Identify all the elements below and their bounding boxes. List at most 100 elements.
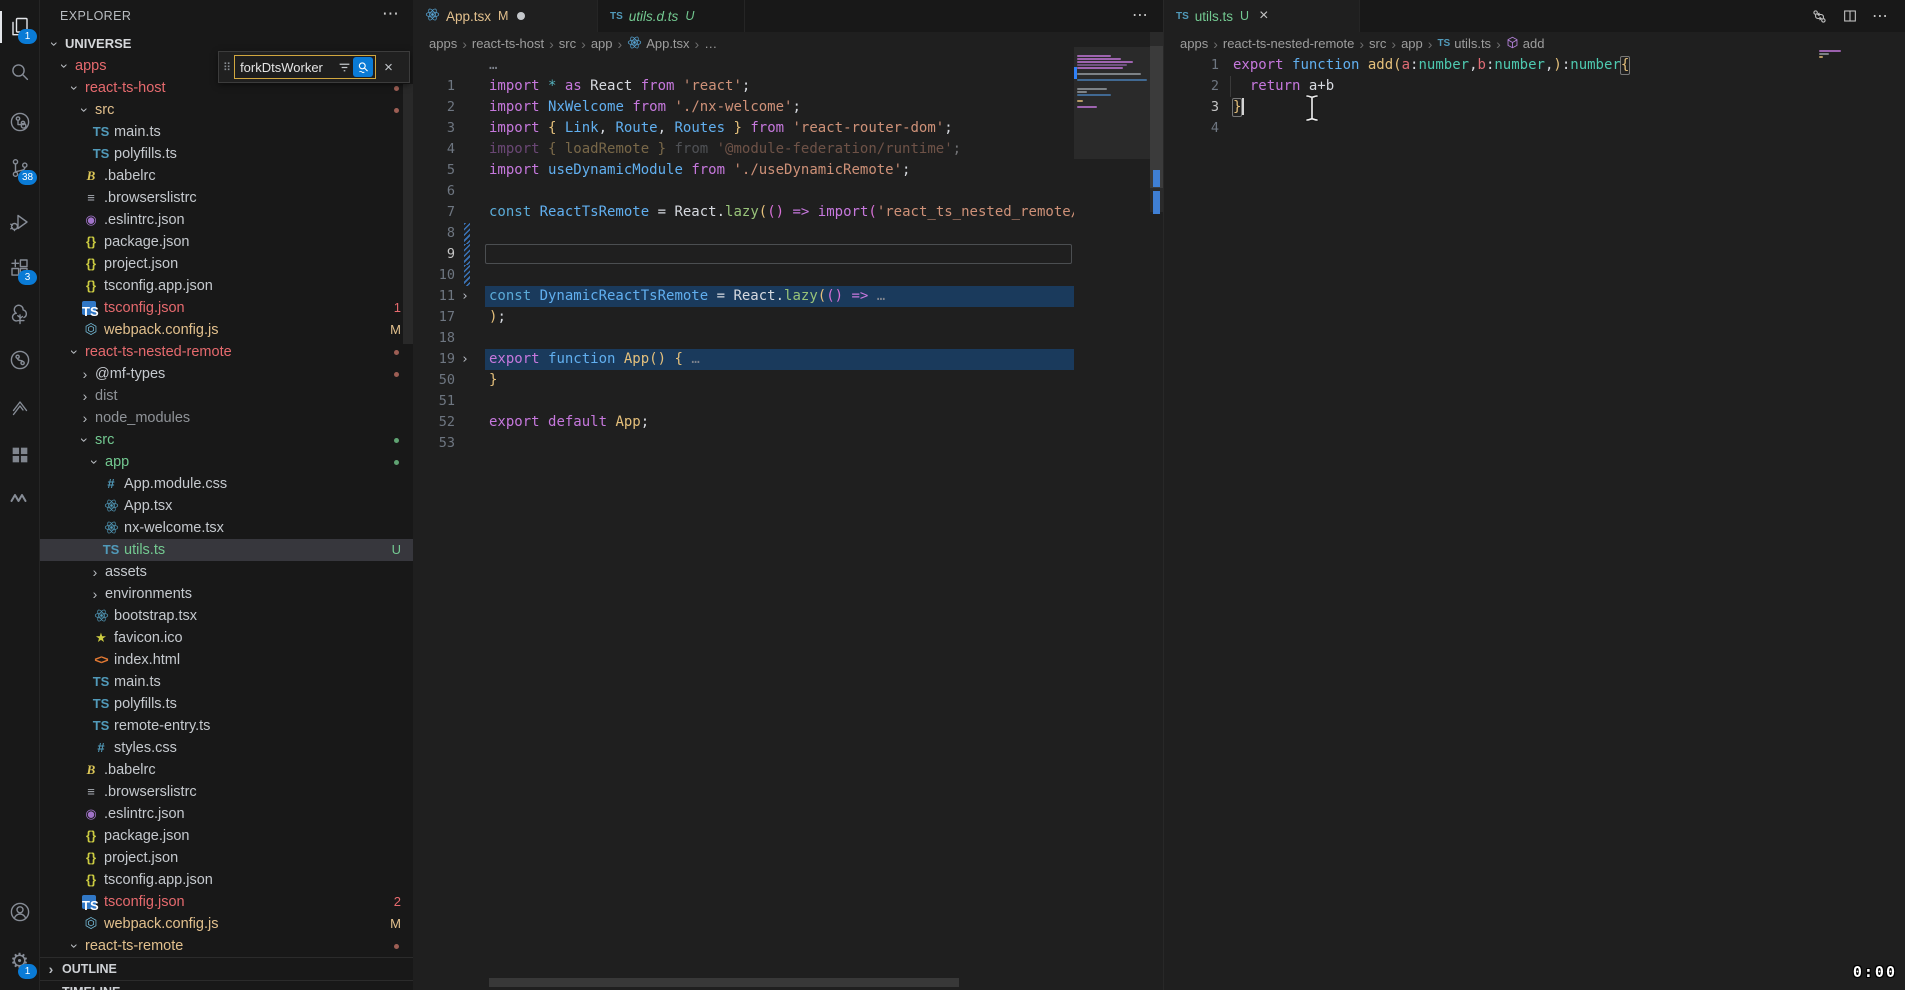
tree-item-environments[interactable]: ›environments — [40, 583, 413, 605]
tree-item-webpack-config-js[interactable]: webpack.config.jsM — [40, 319, 413, 341]
react-icon — [102, 517, 120, 539]
editor-group-right[interactable]: TSutils.tsU× ⋯ apps›react-ts-nested-remo… — [1163, 0, 1905, 990]
tree-item--eslintrc-json[interactable]: ◉.eslintrc.json — [40, 209, 413, 231]
debug-icon — [8, 210, 32, 234]
tree-item-app-tsx[interactable]: App.tsx — [40, 495, 413, 517]
tree-item-remote-entry-ts[interactable]: TSremote-entry.ts — [40, 715, 413, 737]
filter-icon[interactable] — [338, 61, 351, 74]
activity-item-nx-console[interactable] — [0, 387, 39, 427]
activity-item-git-graph[interactable] — [0, 340, 39, 380]
breadcrumb-item-apps[interactable]: apps — [429, 36, 457, 51]
tab-app-tsx[interactable]: App.tsxM — [413, 0, 598, 32]
badge: 1 — [18, 964, 37, 979]
tree-item--babelrc[interactable]: B.babelrc — [40, 759, 413, 781]
tree-item-package-json[interactable]: {}package.json — [40, 825, 413, 847]
typescript-icon: TS — [92, 715, 110, 737]
tree-find-input-box — [234, 55, 376, 79]
tree-item-styles-css[interactable]: #styles.css — [40, 737, 413, 759]
tree-item--babelrc[interactable]: B.babelrc — [40, 165, 413, 187]
fuzzy-search-toggle-icon[interactable] — [353, 57, 373, 77]
tree-item-project-json[interactable]: {}project.json — [40, 253, 413, 275]
tree-item-node-modules[interactable]: ›node_modules — [40, 407, 413, 429]
split-editor-icon[interactable] — [1842, 6, 1858, 26]
breadcrumb-item-app-tsx[interactable]: App.tsx — [627, 35, 689, 53]
breadcrumb-item-app[interactable]: app — [591, 36, 613, 51]
code-editor-utils-ts[interactable]: 1export function add(a:number,b:number,)… — [1164, 55, 1905, 139]
tree-item-app[interactable]: ›app — [40, 451, 413, 473]
editor-group-actions: ⋯ — [1811, 6, 1889, 26]
activity-item-explorer[interactable]: 1 — [0, 7, 39, 47]
code-line-3: 3} — [1164, 97, 1905, 118]
activity-item-accounts[interactable] — [0, 892, 39, 932]
activity-item-settings[interactable]: ⚙1 — [0, 942, 39, 982]
more-actions-icon[interactable]: ⋯ — [1872, 6, 1889, 26]
tree-item-tsconfig-app-json[interactable]: {}tsconfig.app.json — [40, 275, 413, 297]
breadcrumb-item-react-ts-host[interactable]: react-ts-host — [472, 36, 544, 51]
tree-find-input[interactable] — [235, 60, 338, 75]
fold-chevron-icon[interactable]: › — [461, 349, 469, 370]
tree-item-utils-ts[interactable]: TSutils.tsU — [40, 539, 413, 561]
dirty-indicator-icon[interactable] — [517, 12, 525, 20]
breadcrumb-item-add[interactable]: add — [1506, 36, 1545, 52]
tree-item-nx-welcome-tsx[interactable]: nx-welcome.tsx — [40, 517, 413, 539]
code-editor-app-tsx[interactable]: …1import * as React from 'react';2import… — [413, 55, 1074, 454]
tree-item-index-html[interactable]: <>index.html — [40, 649, 413, 671]
tree-item-webpack-config-js[interactable]: webpack.config.jsM — [40, 913, 413, 935]
overview-ruler-change-marker — [1153, 170, 1160, 187]
breadcrumb-item-src[interactable]: src — [559, 36, 576, 51]
activity-item-remote-explorer[interactable] — [0, 102, 39, 142]
tree-item--eslintrc-json[interactable]: ◉.eslintrc.json — [40, 803, 413, 825]
tree-item-bootstrap-tsx[interactable]: bootstrap.tsx — [40, 605, 413, 627]
tree-item-main-ts[interactable]: TSmain.ts — [40, 121, 413, 143]
tree-item-assets[interactable]: ›assets — [40, 561, 413, 583]
fold-chevron-icon[interactable]: › — [461, 286, 469, 307]
chevron-down-icon: › — [64, 81, 86, 95]
tab-utils-ts[interactable]: TSutils.tsU× — [1164, 0, 1360, 32]
breadcrumb-item--[interactable]: … — [704, 36, 717, 51]
compare-changes-icon[interactable] — [1811, 6, 1828, 26]
activity-item-search[interactable] — [0, 52, 39, 92]
tree-item--browserslistrc[interactable]: ≡.browserslistrc — [40, 187, 413, 209]
close-icon[interactable]: × — [384, 59, 393, 76]
breadcrumb-item-apps[interactable]: apps — [1180, 36, 1208, 51]
code-line-7: 7const ReactTsRemote = React.lazy(() => … — [413, 202, 1074, 223]
tree-item-tsconfig-json[interactable]: TStsconfig.json1 — [40, 297, 413, 319]
tree-item-src[interactable]: ›src — [40, 429, 413, 451]
tree-item-app-module-css[interactable]: #App.module.css — [40, 473, 413, 495]
tree-item--browserslistrc[interactable]: ≡.browserslistrc — [40, 781, 413, 803]
close-icon[interactable]: × — [1259, 8, 1268, 24]
editor-group-left[interactable]: App.tsxMTSutils.d.tsU ⋯ apps › react-ts-ho… — [413, 0, 1163, 990]
breadcrumb-item-react-ts-nested-remote[interactable]: react-ts-nested-remote — [1223, 36, 1355, 51]
breadcrumb-item-app[interactable]: app — [1401, 36, 1423, 51]
horizontal-scrollbar[interactable] — [489, 978, 959, 987]
sidebar-more-actions-icon[interactable]: ⋯ — [382, 4, 399, 24]
tree-item-favicon-ico[interactable]: ★favicon.ico — [40, 627, 413, 649]
tree-item-polyfills-ts[interactable]: TSpolyfills.ts — [40, 693, 413, 715]
activity-item-testing-tree[interactable] — [0, 295, 39, 335]
activity-item-grid-extension[interactable] — [0, 435, 39, 475]
editor-scrollbar[interactable] — [1150, 46, 1163, 188]
tree-item-react-ts-remote[interactable]: ›react-ts-remote — [40, 935, 413, 957]
tree-item-react-ts-nested-remote[interactable]: ›react-ts-nested-remote — [40, 341, 413, 363]
activity-item-extensions[interactable]: 3 — [0, 248, 39, 288]
tree-item-main-ts[interactable]: TSmain.ts — [40, 671, 413, 693]
section-timeline[interactable]: ›TIMELINE — [40, 980, 413, 990]
activity-item-wave-extension[interactable] — [0, 477, 39, 517]
tree-item-package-json[interactable]: {}package.json — [40, 231, 413, 253]
breadcrumb-item-utils-ts[interactable]: TSutils.ts — [1437, 36, 1491, 51]
drag-handle-icon[interactable]: ⠿ — [223, 61, 231, 74]
editor-more-actions-icon[interactable]: ⋯ — [1132, 5, 1149, 25]
sidebar-scrollbar[interactable] — [403, 84, 413, 344]
tree-item-tsconfig-app-json[interactable]: {}tsconfig.app.json — [40, 869, 413, 891]
tree-item-project-json[interactable]: {}project.json — [40, 847, 413, 869]
breadcrumb-item-src[interactable]: src — [1369, 36, 1386, 51]
activity-item-run-debug[interactable] — [0, 202, 39, 242]
tree-item-dist[interactable]: ›dist — [40, 385, 413, 407]
tree-item-src[interactable]: ›src — [40, 99, 413, 121]
activity-item-source-control[interactable]: 38 — [0, 148, 39, 188]
tab-utils-d-ts[interactable]: TSutils.d.tsU — [598, 0, 745, 32]
section-outline[interactable]: ›OUTLINE — [40, 957, 413, 980]
tree-item-polyfills-ts[interactable]: TSpolyfills.ts — [40, 143, 413, 165]
tree-item--mf-types[interactable]: ›@mf-types — [40, 363, 413, 385]
tree-item-tsconfig-json[interactable]: TStsconfig.json2 — [40, 891, 413, 913]
